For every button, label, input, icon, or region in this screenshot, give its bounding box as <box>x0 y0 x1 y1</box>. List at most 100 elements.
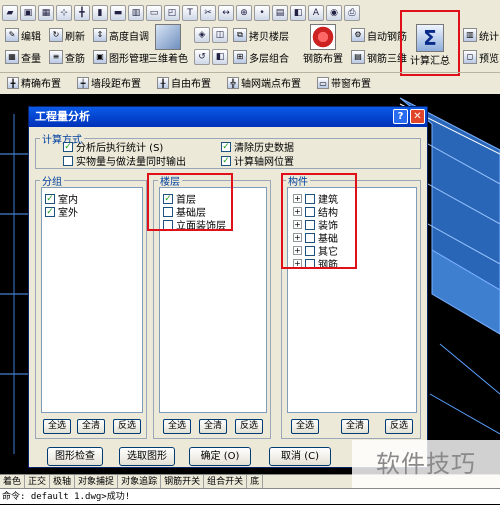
component-invert-button[interactable]: 反选 <box>385 419 413 434</box>
shape-manage-button[interactable]: ▣ 图形管理 <box>90 50 152 65</box>
status-toggle[interactable]: 着色 <box>0 474 26 489</box>
checkbox-box: ✓ <box>221 155 231 166</box>
cancel-button[interactable]: 取消 (C) <box>269 447 331 466</box>
status-toggle[interactable]: 底 <box>247 474 264 489</box>
component-clear-all-button[interactable]: 全清 <box>341 419 369 434</box>
wall-icon[interactable]: ▥ <box>128 5 144 21</box>
select-graphics-button[interactable]: 选取图形 <box>119 447 175 466</box>
layer-icon[interactable]: ◧ <box>212 49 228 65</box>
group-select-all-button[interactable]: 全选 <box>43 419 71 434</box>
free-layout-icon: ╂ <box>157 76 169 89</box>
checkbox-box: ✓ <box>163 193 173 204</box>
quantity-analysis-dialog: 工程量分析 ? ✕ 计算方式 ✓ 分析后执行统计 (S) 实物量与做法量同时输出… <box>28 106 428 468</box>
query-qty-button[interactable]: ▦ 查量 <box>2 50 44 65</box>
toolbar-row-2b: ▦ 查量 ≡ 查筋 ▣ 图形管理 <box>0 46 152 68</box>
calc-summary-button[interactable]: Σ 计算汇总 <box>406 24 454 67</box>
rotate-icon[interactable]: ↺ <box>194 49 210 65</box>
refresh-button[interactable]: ↻ 刷新 <box>46 28 88 43</box>
watermark: 软件技巧 <box>352 440 500 488</box>
status-toggle[interactable]: 组合开关 <box>204 474 248 489</box>
layer-icon[interactable]: ◧ <box>290 5 306 21</box>
edit-icon: ✎ <box>5 28 19 42</box>
edit-button[interactable]: ✎ 编辑 <box>2 28 44 43</box>
component-item-rebar[interactable]: + 钢筋 <box>293 256 338 271</box>
floppy-icon[interactable]: ▣ <box>20 5 36 21</box>
threed-color-button[interactable]: 三维着色 <box>148 24 188 65</box>
shape-manage-icon: ▣ <box>93 50 107 64</box>
output-both-checkbox[interactable]: 实物量与做法量同时输出 <box>63 153 186 168</box>
dialog-titlebar[interactable]: 工程量分析 ? ✕ <box>29 107 427 127</box>
status-toggle[interactable]: 极轴 <box>50 474 76 489</box>
checkbox-box: ✓ <box>221 141 231 152</box>
free-layout-button[interactable]: ╂ 自由布置 <box>154 75 214 90</box>
zoom-icon[interactable]: ⊕ <box>236 5 252 21</box>
axis-point-layout-button[interactable]: ╬ 轴网端点布置 <box>224 75 304 90</box>
analyze-then-stat-checkbox[interactable]: ✓ 分析后执行统计 (S) <box>63 139 163 154</box>
text-icon[interactable]: T <box>182 5 198 21</box>
multi-floor-combine-button[interactable]: ⊞ 多层组合 <box>230 50 292 65</box>
floor-up-icon[interactable]: ◈ <box>194 27 210 43</box>
copy-floor-button[interactable]: ⧉ 拷贝楼层 <box>230 28 292 43</box>
auto-rebar-button[interactable]: ⚙ 自动钢筋 <box>348 28 410 43</box>
component-select-all-button[interactable]: 全选 <box>291 419 319 434</box>
text-tool-icon[interactable]: A <box>308 5 324 21</box>
precise-layout-button[interactable]: ╋ 精确布置 <box>4 75 64 90</box>
expand-icon[interactable]: + <box>293 194 302 203</box>
render-icon[interactable]: ◉ <box>326 5 342 21</box>
select-icon[interactable]: ⊹ <box>56 5 72 21</box>
beam-icon[interactable]: ▬ <box>110 5 126 21</box>
expand-icon[interactable]: + <box>293 207 302 216</box>
statistics-icon: ▥ <box>463 28 477 42</box>
status-toggle[interactable]: 对象捕捉 <box>75 474 119 489</box>
group-clear-all-button[interactable]: 全清 <box>77 419 105 434</box>
view-icon[interactable]: ◰ <box>164 5 180 21</box>
clear-history-checkbox[interactable]: ✓ 清除历史数据 <box>221 139 294 154</box>
rebar-3d-button[interactable]: ▤ 钢筋三维 <box>348 50 410 65</box>
check-graphics-button[interactable]: 图形检查 <box>47 447 103 466</box>
expand-icon[interactable]: + <box>293 220 302 229</box>
query-tendons-button[interactable]: ≡ 查筋 <box>46 50 88 65</box>
checkbox-box <box>305 206 315 217</box>
view-cube-icon[interactable]: ◫ <box>212 27 228 43</box>
group-invert-button[interactable]: 反选 <box>113 419 141 434</box>
floor-invert-button[interactable]: 反选 <box>235 419 263 434</box>
group-item-outdoor[interactable]: ✓ 室外 <box>45 204 78 219</box>
command-line[interactable]: 命令: default 1.dwg>成功! <box>0 488 500 504</box>
group-list[interactable] <box>41 187 143 413</box>
scissor-icon[interactable]: ✂ <box>200 5 216 21</box>
axis-icon[interactable]: ╋ <box>74 5 90 21</box>
print-icon[interactable]: ⎙ <box>344 5 360 21</box>
floor-clear-all-button[interactable]: 全清 <box>199 419 227 434</box>
ok-button[interactable]: 确定 (O) <box>189 447 251 466</box>
rebar-layout-button[interactable]: 钢筋布置 <box>300 24 346 65</box>
status-toggle[interactable]: 对象追踪 <box>118 474 162 489</box>
expand-icon[interactable]: + <box>293 259 302 268</box>
status-toggle[interactable]: 钢筋开关 <box>161 474 205 489</box>
column-icon[interactable]: ▮ <box>92 5 108 21</box>
threed-color-icon <box>155 24 181 50</box>
elevation-icon: ⇕ <box>93 28 107 42</box>
point-icon[interactable]: • <box>254 5 270 21</box>
floor-item-facade[interactable]: 立面装饰层 <box>163 217 226 232</box>
elevation-auto-button[interactable]: ⇕ 高度自调 <box>90 28 152 43</box>
precise-layout-icon: ╋ <box>7 76 19 89</box>
statistics-button[interactable]: ▥ 统计 <box>460 28 500 43</box>
table-icon[interactable]: ▤ <box>272 5 288 21</box>
grid-icon[interactable]: ▦ <box>38 5 54 21</box>
preview-button[interactable]: ◻ 预览 <box>460 50 500 65</box>
expand-icon[interactable]: + <box>293 233 302 242</box>
slab-icon[interactable]: ▭ <box>146 5 162 21</box>
dimension-icon[interactable]: ↔ <box>218 5 234 21</box>
close-icon[interactable]: ✕ <box>410 109 425 124</box>
wall-span-layout-button[interactable]: ┿ 墙段距布置 <box>74 75 144 90</box>
expand-icon[interactable]: + <box>293 246 302 255</box>
toolbar-row-2h: ◻ 预览 <box>458 46 500 68</box>
axis-point-icon: ╬ <box>227 76 239 89</box>
help-icon[interactable]: ? <box>393 109 408 124</box>
calc-axis-position-checkbox[interactable]: ✓ 计算轴网位置 <box>221 153 294 168</box>
window-layout-button[interactable]: ▭ 带窗布置 <box>314 75 374 90</box>
floor-select-all-button[interactable]: 全选 <box>163 419 191 434</box>
dialog-title: 工程量分析 <box>35 110 90 123</box>
status-toggle[interactable]: 正交 <box>25 474 51 489</box>
folder-icon[interactable]: ▰ <box>2 5 18 21</box>
